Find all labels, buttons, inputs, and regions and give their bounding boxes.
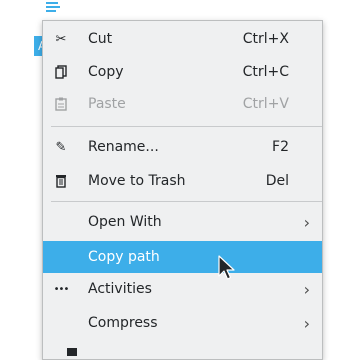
menu-item-label: Cut: [88, 31, 113, 47]
clipboard-icon: [53, 96, 69, 112]
menu-item-label: Move to Trash: [88, 173, 186, 189]
chevron-right-icon: ›: [303, 313, 310, 333]
menu-item-shortcut: Ctrl+X: [242, 31, 289, 47]
menu-item-copy-path[interactable]: Copy path: [43, 241, 322, 273]
menu-item-label: Open With: [88, 214, 162, 230]
trash-icon: [53, 173, 69, 189]
menu-item-activities[interactable]: ••• Activities ›: [43, 274, 322, 304]
menu-item-shortcut: Ctrl+C: [242, 64, 289, 80]
menu-item-move-to-trash[interactable]: Move to Trash Del: [43, 166, 322, 196]
menu-item-label: Copy: [88, 64, 124, 80]
menu-item-compress[interactable]: Compress ›: [43, 308, 322, 338]
mouse-pointer-icon: [218, 255, 235, 280]
chevron-right-icon: ›: [303, 279, 310, 299]
partial-menu-icon: [67, 348, 77, 356]
copy-icon: [53, 64, 69, 80]
menu-item-shortcut: Ctrl+V: [242, 96, 289, 112]
menu-item-label: Rename...: [88, 139, 159, 155]
menu-item-open-with[interactable]: Open With ›: [43, 207, 322, 237]
menu-item-paste[interactable]: Paste Ctrl+V: [43, 89, 322, 119]
menu-item-copy[interactable]: Copy Ctrl+C: [43, 57, 322, 87]
pencil-icon: ✎: [55, 139, 67, 155]
menu-item-label: Compress: [88, 315, 158, 331]
menu-item-label: Paste: [88, 96, 126, 112]
dots-icon: •••: [53, 283, 70, 295]
scissors-icon: ✂: [55, 31, 67, 47]
menu-separator: [51, 126, 322, 127]
menu-item-shortcut: Del: [265, 173, 289, 189]
menu-item-label: Activities: [88, 281, 152, 297]
chevron-right-icon: ›: [303, 212, 310, 232]
menu-item-shortcut: F2: [272, 139, 289, 155]
file-icon[interactable]: [44, 0, 62, 14]
menu-item-label: Copy path: [88, 249, 160, 265]
menu-separator: [51, 201, 322, 202]
menu-item-cut[interactable]: ✂ Cut Ctrl+X: [43, 24, 322, 54]
context-menu: ✂ Cut Ctrl+X Copy Ctrl+C Paste Ctrl+V ✎ …: [42, 20, 323, 360]
menu-item-rename[interactable]: ✎ Rename... F2: [43, 132, 322, 162]
